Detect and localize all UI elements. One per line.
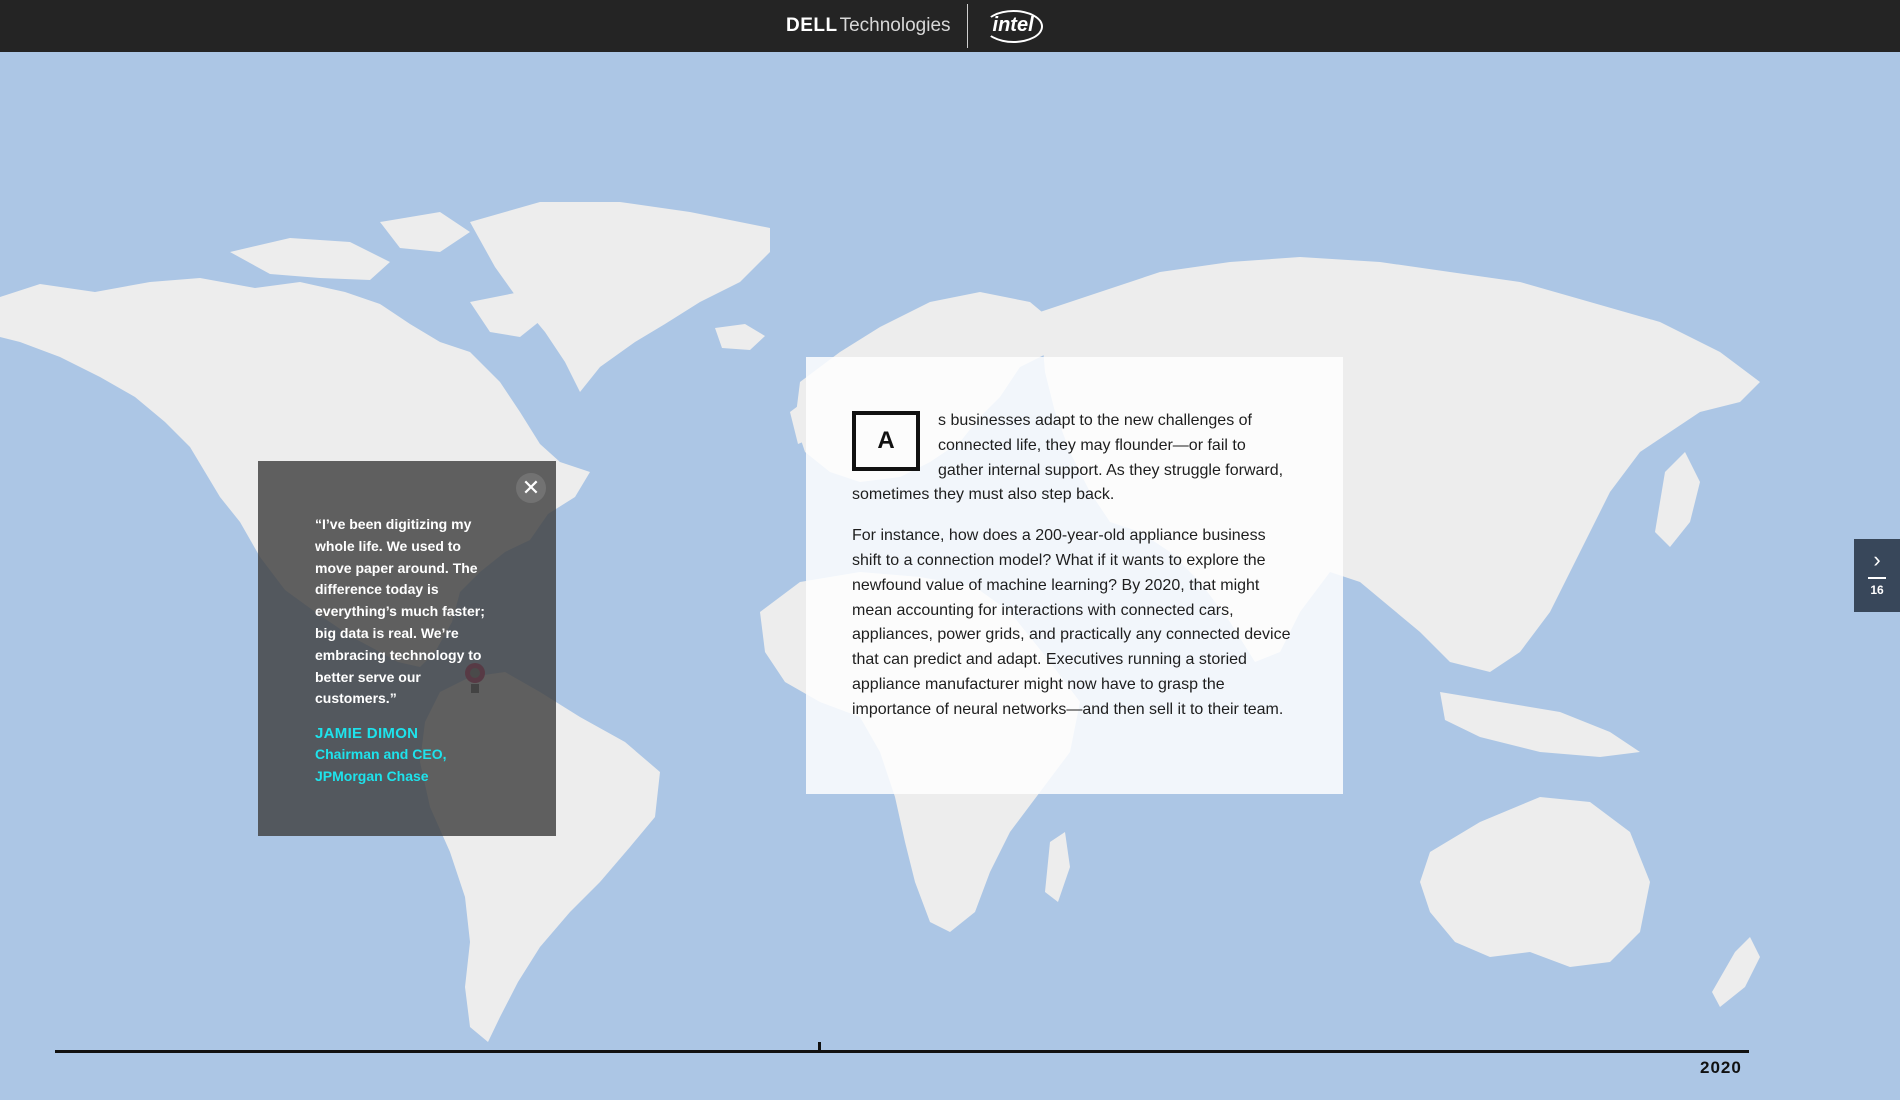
timeline-track[interactable] <box>55 1050 1749 1053</box>
brand-logos[interactable]: DELL Technologies intel <box>786 4 1043 48</box>
quote-text: “I’ve been digitizing my whole life. We … <box>315 516 485 707</box>
logo-divider <box>966 4 968 48</box>
next-divider <box>1868 577 1886 579</box>
quote-author-role: Chairman and CEO, <box>315 746 447 763</box>
timeline-year-label: 2020 <box>1700 1058 1742 1077</box>
close-icon: ✕ <box>521 475 541 500</box>
quote-author-name: Jamie Dimon <box>315 725 419 743</box>
dell-logo: DELL <box>786 15 838 36</box>
close-button[interactable]: ✕ <box>516 473 546 503</box>
southeast-asia-islands <box>1440 692 1640 757</box>
drop-cap: A <box>852 411 920 471</box>
technologies-wordmark: Technologies <box>839 15 951 36</box>
story-paragraph-2: For instance, how does a 200-year-old ap… <box>852 527 1291 718</box>
quote-popup: ✕ “I’ve been digitizing my whole life. W… <box>258 461 556 836</box>
top-bar: DELL Technologies intel <box>0 0 1900 52</box>
intel-logo: intel <box>983 9 1043 43</box>
japan <box>1655 452 1700 547</box>
iceland <box>715 324 765 350</box>
madagascar <box>1045 832 1070 902</box>
story-card: A s businesses adapt to the new challeng… <box>806 357 1343 794</box>
new-zealand <box>1712 937 1760 1007</box>
quote-author-company: JPMorgan Chase <box>315 767 429 784</box>
chevron-right-icon: › <box>1873 547 1881 572</box>
next-page-button[interactable]: › 16 <box>1854 539 1900 612</box>
australia <box>1420 797 1650 967</box>
timeline-marker[interactable] <box>818 1042 821 1052</box>
next-page-number: 16 <box>1870 583 1884 597</box>
